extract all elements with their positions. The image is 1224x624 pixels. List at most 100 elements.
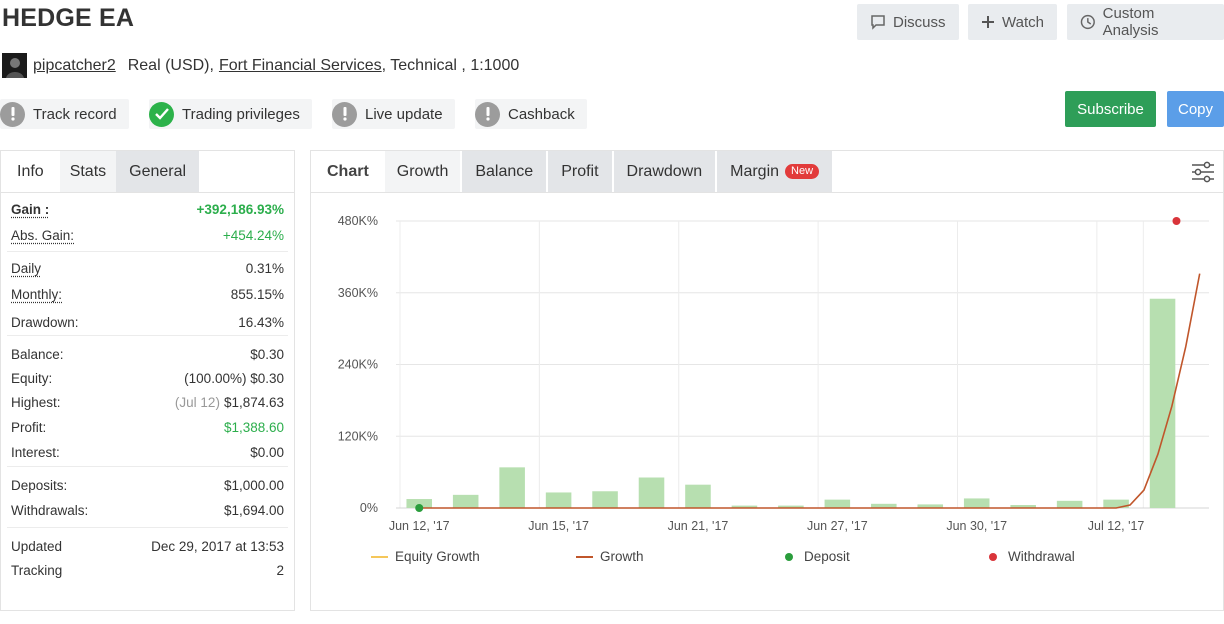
stat-value: (100.00%) $0.30 bbox=[184, 370, 284, 386]
stat-value: 855.15% bbox=[230, 287, 284, 302]
stat-label: Balance: bbox=[11, 346, 64, 362]
exclamation-icon bbox=[475, 101, 500, 127]
x-tick-label: Jun 30, '17 bbox=[946, 519, 1007, 533]
y-tick-label: 240K% bbox=[338, 358, 378, 372]
badge-cashback[interactable]: Cashback bbox=[475, 99, 587, 129]
tab-margin[interactable]: Margin New bbox=[717, 151, 833, 192]
tab-growth[interactable]: Growth bbox=[384, 151, 461, 192]
badge-label: Track record bbox=[33, 105, 117, 123]
sliders-icon bbox=[1192, 161, 1214, 182]
subscribe-button[interactable]: Subscribe bbox=[1065, 91, 1156, 127]
stat-label: Drawdown: bbox=[11, 314, 79, 330]
tab-chart: Chart bbox=[311, 151, 385, 192]
y-tick-label: 480K% bbox=[338, 214, 378, 228]
stat-value: +454.24% bbox=[222, 228, 284, 243]
chart-bar bbox=[638, 477, 665, 508]
stat-label: Interest: bbox=[11, 445, 60, 460]
chart-bar bbox=[685, 484, 711, 508]
copy-button[interactable]: Copy bbox=[1167, 91, 1224, 127]
tab-general[interactable]: General bbox=[116, 151, 200, 192]
stat-value: 16.43% bbox=[238, 314, 284, 330]
chart-y-labels: 480K% 360K% 240K% 120K% 0% bbox=[338, 214, 378, 515]
chart-bar bbox=[1149, 298, 1176, 508]
x-tick-label: Jun 27, '17 bbox=[807, 519, 868, 533]
stat-value: $1,388.60 bbox=[223, 419, 284, 435]
stats-panel: Info Stats General Gain : +392,186.93% A… bbox=[0, 150, 295, 611]
watch-button[interactable]: Watch bbox=[968, 4, 1057, 40]
legend-label: Growth bbox=[600, 549, 644, 564]
x-tick-label: Jul 12, '17 bbox=[1088, 519, 1145, 533]
stat-label: Deposits: bbox=[11, 478, 68, 493]
stat-value: +392,186.93% bbox=[196, 202, 284, 217]
broker-link[interactable]: Fort Financial Services bbox=[219, 57, 382, 75]
stat-value: $0.00 bbox=[250, 445, 284, 460]
clock-icon bbox=[1080, 14, 1095, 30]
chart-bar bbox=[545, 492, 572, 508]
stat-daily: Daily 0.31% bbox=[11, 252, 284, 280]
tab-info[interactable]: Info bbox=[1, 151, 60, 192]
deposit-point bbox=[415, 504, 424, 512]
custom-analysis-button[interactable]: Custom Analysis bbox=[1067, 4, 1224, 40]
username-link[interactable]: pipcatcher2 bbox=[33, 57, 116, 75]
stat-value: $0.30 bbox=[250, 346, 284, 362]
legend-swatch bbox=[785, 553, 793, 561]
stat-label[interactable]: Daily bbox=[11, 261, 41, 276]
chart-settings-button[interactable] bbox=[1183, 151, 1223, 192]
growth-line bbox=[419, 273, 1201, 509]
tab-stats[interactable]: Stats bbox=[59, 151, 117, 192]
stat-abs-gain: Abs. Gain: +454.24% bbox=[11, 220, 284, 251]
stat-value: $1,694.00 bbox=[223, 503, 284, 518]
tab-margin-label: Margin bbox=[730, 162, 780, 180]
tab-balance[interactable]: Balance bbox=[462, 151, 547, 192]
chart-bar bbox=[592, 491, 618, 508]
stat-gain: Gain : +392,186.93% bbox=[11, 193, 284, 220]
account-details: , Technical , 1:1000 bbox=[381, 56, 520, 74]
stat-value-group: (Jul 12) $1,874.63 bbox=[175, 395, 284, 410]
stat-withdrawals: Withdrawals: $1,694.00 bbox=[11, 498, 284, 523]
account-type: Real (USD), bbox=[127, 56, 214, 74]
stat-label: Equity: bbox=[11, 370, 53, 386]
stat-deposits: Deposits: $1,000.00 bbox=[11, 467, 284, 498]
chart-x-labels: Jun 12, '17 Jun 15, '17 Jun 21, '17 Jun 27,… bbox=[389, 519, 1145, 533]
watch-label: Watch bbox=[1002, 13, 1044, 31]
badge-track-record[interactable]: Track record bbox=[0, 99, 129, 129]
stat-label[interactable]: Monthly: bbox=[11, 287, 62, 302]
page-title: HEDGE EA bbox=[2, 4, 135, 32]
badge-trading-privileges[interactable]: Trading privileges bbox=[149, 99, 312, 129]
exclamation-icon bbox=[0, 101, 25, 127]
chart-legend: Equity Growth Growth Deposit Withdrawal bbox=[371, 549, 1075, 564]
stat-value: 2 bbox=[276, 563, 284, 578]
stat-balance: Balance: $0.30 bbox=[11, 336, 284, 366]
discuss-button[interactable]: Discuss bbox=[857, 4, 959, 40]
chart-tabs: Chart Growth Balance Profit Drawdown Mar… bbox=[311, 151, 1223, 193]
stat-value: Dec 29, 2017 at 13:53 bbox=[151, 538, 284, 554]
avatar[interactable] bbox=[2, 53, 27, 78]
chart-panel: Chart Growth Balance Profit Drawdown Mar… bbox=[310, 150, 1224, 611]
tab-profit[interactable]: Profit bbox=[548, 151, 612, 192]
exclamation-icon bbox=[332, 101, 357, 127]
chart-grid bbox=[396, 220, 1209, 509]
chart-bar bbox=[499, 467, 525, 508]
badge-label: Cashback bbox=[508, 105, 575, 123]
stat-profit: Profit: $1,388.60 bbox=[11, 415, 284, 439]
tab-drawdown[interactable]: Drawdown bbox=[613, 151, 716, 192]
stat-value: $1,000.00 bbox=[223, 478, 284, 493]
y-tick-label: 0% bbox=[360, 501, 378, 515]
chart-bar bbox=[452, 494, 479, 508]
stat-label[interactable]: Gain : bbox=[11, 202, 49, 217]
account-info: pipcatcher2 Real (USD), Fort Financial S… bbox=[2, 53, 519, 78]
stat-note: (Jul 12) bbox=[174, 395, 220, 410]
badge-live-update[interactable]: Live update bbox=[332, 99, 455, 129]
stat-label: Withdrawals: bbox=[11, 503, 89, 518]
plus-icon bbox=[982, 16, 994, 28]
new-badge: New bbox=[785, 164, 820, 179]
check-icon bbox=[149, 101, 174, 127]
stat-label[interactable]: Abs. Gain: bbox=[11, 228, 74, 243]
stat-label: Profit: bbox=[11, 419, 47, 435]
badge-label: Trading privileges bbox=[182, 105, 300, 123]
chart-bar bbox=[963, 498, 990, 508]
growth-chart: 480K% 360K% 240K% 120K% 0% Jun 12, '17 Jun 15… bbox=[311, 193, 1223, 610]
stat-label: Updated bbox=[11, 538, 63, 554]
stat-value: 0.31% bbox=[245, 261, 284, 276]
stat-label: Tracking bbox=[11, 563, 63, 578]
